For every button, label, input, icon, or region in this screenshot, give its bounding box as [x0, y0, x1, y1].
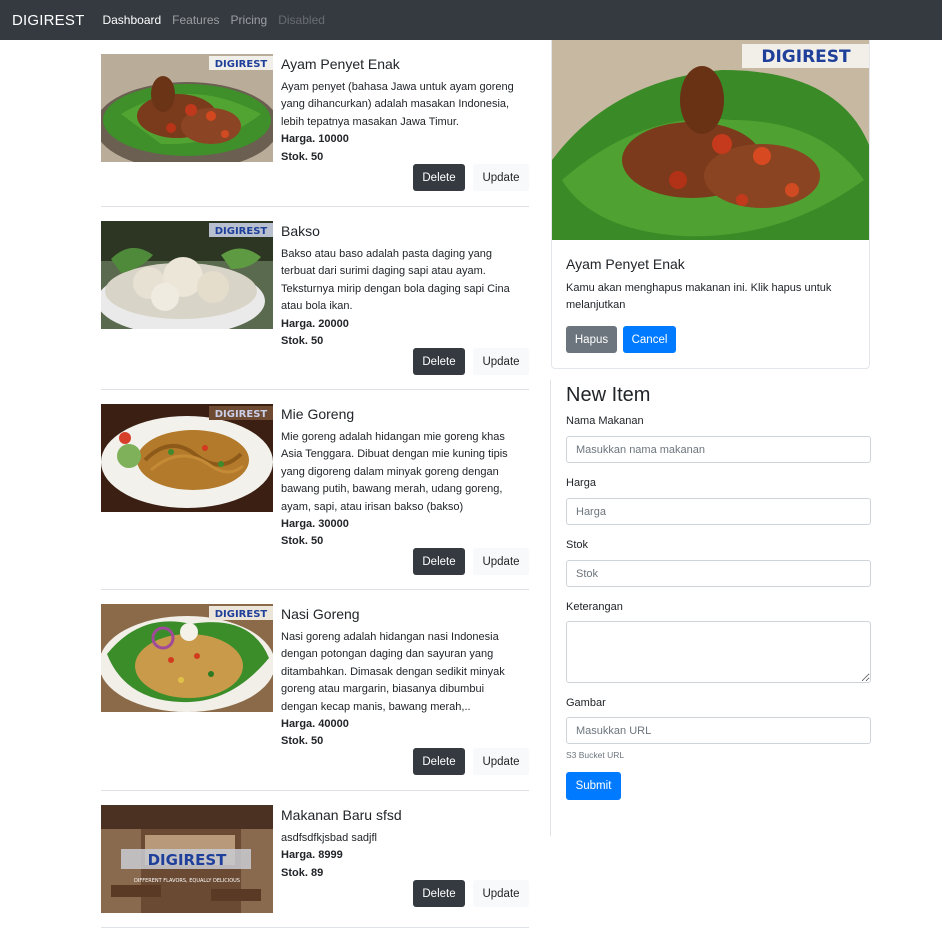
card-text: Kamu akan menghapus makanan ini. Klik ha…	[566, 282, 832, 311]
food-image-restaurant: DIGIREST DIFFERENT FLAVORS, EQUALLY DELI…	[101, 805, 273, 913]
food-actions: Delete Update	[413, 348, 529, 375]
food-desc-line: bawang putih, bawang merah, udang goreng…	[281, 483, 503, 496]
food-image-mie-goreng: DIGIREST	[101, 404, 273, 512]
food-desc-line: yang dihancurkan) adalah masakan Indones…	[281, 98, 510, 111]
food-name: Mie Goreng	[281, 406, 355, 422]
nav-link-disabled: Disabled	[278, 13, 325, 27]
gambar-help-text: S3 Bucket URL	[566, 750, 625, 760]
stok-input[interactable]	[566, 560, 871, 587]
harga-input[interactable]	[566, 498, 871, 525]
delete-confirm-card: DIGIREST Ayam Penyet Enak Kamu akan meng…	[551, 40, 870, 369]
keterangan-label: Keterangan	[566, 601, 623, 613]
card-image-ayam-penyet: DIGIREST	[552, 40, 869, 240]
image-logo-text: DIGIREST	[215, 59, 268, 70]
hapus-button[interactable]: Hapus	[566, 326, 617, 353]
image-tagline: DIFFERENT FLAVORS, EQUALLY DELICIOUS	[134, 878, 240, 884]
food-item: DIGIREST Mie Goreng Mie goreng adalah hi…	[101, 390, 529, 590]
update-button[interactable]: Update	[473, 348, 529, 375]
gambar-label: Gambar	[566, 697, 606, 709]
food-desc-line: dengan potongan daging dan sayuran yang	[281, 648, 494, 661]
food-description: Mie goreng adalah hidangan mie goreng kh…	[281, 429, 523, 516]
image-logo-text: DIGIREST	[215, 409, 268, 420]
food-price: Harga. 30000	[281, 518, 349, 531]
nav-link-pricing[interactable]: Pricing	[231, 13, 268, 27]
harga-label: Harga	[566, 477, 596, 489]
food-body: Makanan Baru sfsd asdfsdfkjsbad sadjfl H…	[281, 807, 523, 882]
new-item-form: New Item Nama Makanan Harga Stok Keteran…	[550, 380, 871, 836]
food-desc-line: goreng atau margarin, biasanya dibumbui	[281, 683, 485, 696]
stok-label: Stok	[566, 539, 589, 551]
food-description: asdfsdfkjsbad sadjfl	[281, 830, 523, 847]
food-desc-line: Ayam penyet (bahasa Jawa untuk ayam gore…	[281, 81, 514, 93]
food-price: Harga. 20000	[281, 317, 349, 330]
nama-makanan-input[interactable]	[566, 436, 871, 463]
image-logo-text: DIGIREST	[215, 226, 268, 237]
form-title: New Item	[566, 384, 651, 406]
food-image-bakso: DIGIREST	[101, 221, 273, 329]
delete-button[interactable]: Delete	[413, 348, 465, 375]
food-description: Nasi goreng adalah hidangan nasi Indones…	[281, 629, 523, 716]
food-body: Ayam Penyet Enak Ayam penyet (bahasa Jaw…	[281, 56, 523, 166]
image-logo-text: DIGIREST	[215, 609, 268, 620]
food-item: DIGIREST Nasi Goreng Nasi goreng adalah …	[101, 590, 529, 791]
food-price: Harga. 10000	[281, 133, 349, 146]
food-list: DIGIREST Ayam Penyet Enak Ayam penyet (b…	[101, 40, 529, 928]
food-desc-line: Asia Tenggara. Dibuat dengan mie kuning …	[281, 448, 508, 461]
delete-button[interactable]: Delete	[413, 548, 465, 575]
card-actions: Hapus Cancel	[566, 326, 676, 353]
food-actions: Delete Update	[413, 164, 529, 191]
food-description: Ayam penyet (bahasa Jawa untuk ayam gore…	[281, 79, 523, 131]
food-item: DIGIREST Ayam Penyet Enak Ayam penyet (b…	[101, 40, 529, 207]
food-body: Bakso Bakso atau baso adalah pasta dagin…	[281, 223, 523, 350]
gambar-url-input[interactable]	[566, 717, 871, 744]
nama-makanan-label: Nama Makanan	[566, 415, 644, 427]
nav-link-dashboard[interactable]: Dashboard	[102, 13, 161, 27]
delete-button[interactable]: Delete	[413, 164, 465, 191]
food-item: DIGIREST Bakso Bakso atau baso adalah pa…	[101, 207, 529, 390]
food-price: Harga. 8999	[281, 849, 343, 862]
food-desc-line: lebih tepatnya masakan Jawa Timur.	[281, 115, 459, 128]
submit-button[interactable]: Submit	[566, 772, 621, 800]
delete-button[interactable]: Delete	[413, 748, 465, 775]
food-desc-line: Bakso atau baso adalah pasta daging yang	[281, 248, 492, 260]
image-logo-text: DIGIREST	[761, 47, 851, 67]
cancel-button[interactable]: Cancel	[623, 326, 676, 353]
food-actions: Delete Update	[413, 748, 529, 775]
food-body: Mie Goreng Mie goreng adalah hidangan mi…	[281, 406, 523, 551]
food-desc-line: yang digoreng dalam minyak goreng dengan	[281, 465, 499, 478]
navbar-brand[interactable]: DIGIREST	[12, 12, 84, 29]
food-description: Bakso atau baso adalah pasta daging yang…	[281, 246, 523, 316]
image-logo-text: DIGIREST	[148, 851, 228, 869]
food-body: Nasi Goreng Nasi goreng adalah hidangan …	[281, 606, 523, 751]
food-desc-line: dengan kecap manis, bawang merah,..	[281, 700, 471, 713]
update-button[interactable]: Update	[473, 748, 529, 775]
food-actions: Delete Update	[413, 548, 529, 575]
food-item: DIGIREST DIFFERENT FLAVORS, EQUALLY DELI…	[101, 791, 529, 928]
delete-button[interactable]: Delete	[413, 880, 465, 907]
keterangan-textarea[interactable]	[566, 621, 871, 683]
update-button[interactable]: Update	[473, 880, 529, 907]
food-desc-line: atau bola ikan.	[281, 300, 353, 313]
food-desc-line: Teksturnya mirip dengan bola daging sapi…	[281, 282, 510, 295]
card-title: Ayam Penyet Enak	[566, 256, 685, 272]
food-image-nasi-goreng: DIGIREST	[101, 604, 273, 712]
food-image-ayam-penyet: DIGIREST	[101, 54, 273, 162]
food-desc-line: terbuat dari surimi daging sapi atau aya…	[281, 265, 486, 278]
food-desc-line: Nasi goreng adalah hidangan nasi Indones…	[281, 631, 499, 643]
food-name: Makanan Baru sfsd	[281, 807, 402, 823]
food-name: Ayam Penyet Enak	[281, 56, 400, 72]
navbar: DIGIREST Dashboard Features Pricing Disa…	[0, 0, 942, 40]
update-button[interactable]: Update	[473, 548, 529, 575]
food-price: Harga. 40000	[281, 718, 349, 731]
food-name: Bakso	[281, 223, 320, 239]
update-button[interactable]: Update	[473, 164, 529, 191]
food-desc-line: ayam, sapi, atau irisan bakso (bakso)	[281, 500, 464, 513]
food-desc-line: asdfsdfkjsbad sadjfl	[281, 832, 377, 844]
food-name: Nasi Goreng	[281, 606, 360, 622]
nav-link-features[interactable]: Features	[172, 13, 219, 27]
food-desc-line: ditambahkan. Dimasak dengan sedikit miny…	[281, 665, 505, 678]
food-actions: Delete Update	[413, 880, 529, 907]
food-desc-line: Mie goreng adalah hidangan mie goreng kh…	[281, 431, 505, 443]
